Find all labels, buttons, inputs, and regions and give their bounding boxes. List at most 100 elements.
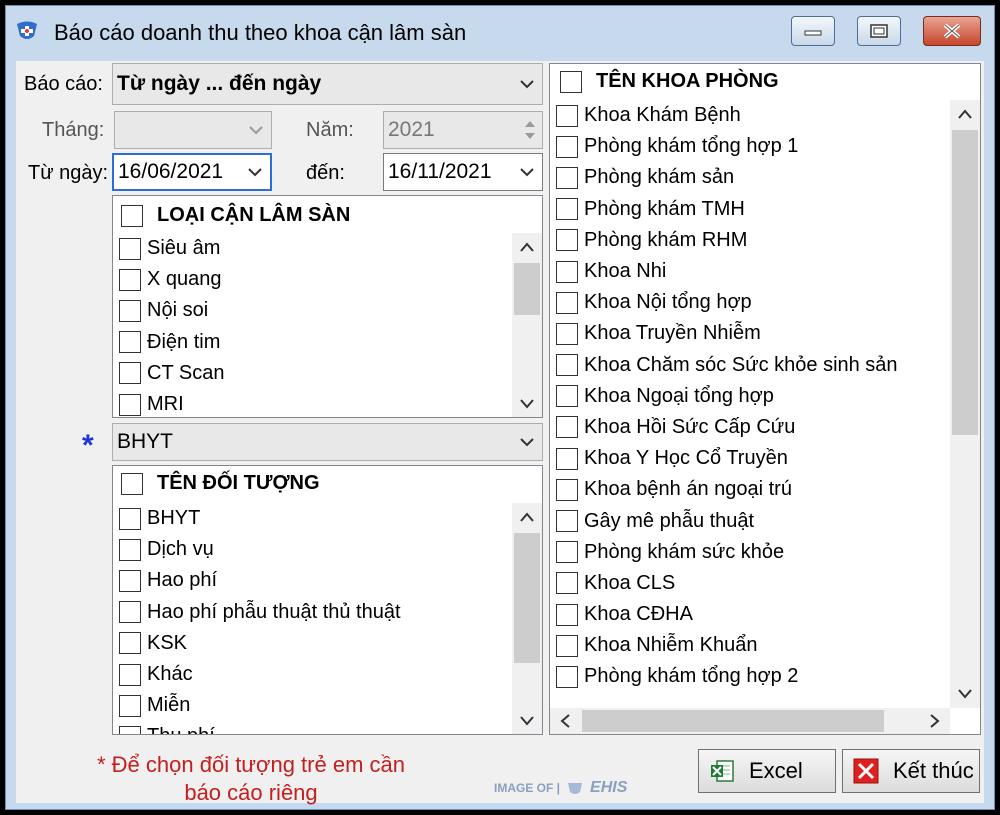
- item-checkbox[interactable]: [556, 104, 578, 127]
- list-item[interactable]: Gây mê phẫu thuật: [556, 505, 898, 536]
- list-item[interactable]: MRI: [119, 389, 224, 417]
- list-item[interactable]: Khoa Truyền Nhiễm: [556, 318, 898, 349]
- list-item[interactable]: Khoa Chăm sóc Sức khỏe sinh sản: [556, 350, 898, 381]
- item-checkbox[interactable]: [119, 663, 141, 686]
- list-item[interactable]: X quang: [119, 264, 224, 295]
- item-checkbox[interactable]: [119, 299, 141, 322]
- vertical-scrollbar[interactable]: [512, 233, 542, 417]
- item-checkbox[interactable]: [556, 603, 578, 626]
- item-checkbox[interactable]: [556, 510, 578, 533]
- scroll-thumb[interactable]: [952, 130, 978, 435]
- close-window-button[interactable]: [923, 16, 981, 46]
- list-item[interactable]: Khoa CĐHA: [556, 599, 898, 630]
- scroll-thumb[interactable]: [514, 533, 540, 663]
- item-checkbox[interactable]: [119, 725, 141, 734]
- item-checkbox[interactable]: [119, 362, 141, 385]
- list-item[interactable]: Hao phí: [119, 565, 401, 596]
- item-checkbox[interactable]: [556, 166, 578, 189]
- scroll-thumb[interactable]: [582, 710, 884, 732]
- scroll-up-icon[interactable]: [950, 100, 980, 128]
- list-item[interactable]: Dịch vụ: [119, 534, 401, 565]
- item-checkbox[interactable]: [556, 478, 578, 501]
- list-item[interactable]: BHYT: [119, 503, 401, 534]
- item-checkbox[interactable]: [119, 569, 141, 592]
- item-checkbox[interactable]: [556, 447, 578, 470]
- excel-button[interactable]: Excel: [698, 749, 836, 793]
- item-checkbox[interactable]: [119, 507, 141, 530]
- list-item[interactable]: Phòng khám tổng hợp 2: [556, 661, 898, 692]
- minimize-button[interactable]: [791, 16, 835, 46]
- list-item[interactable]: Khoa Hồi Sức Cấp Cứu: [556, 412, 898, 443]
- list-item[interactable]: Khoa Nhi: [556, 256, 898, 287]
- item-checkbox[interactable]: [556, 198, 578, 221]
- list-item[interactable]: Phòng khám sản: [556, 162, 898, 193]
- list-item[interactable]: Khoa bệnh án ngoại trú: [556, 474, 898, 505]
- item-checkbox[interactable]: [119, 393, 141, 416]
- item-checkbox[interactable]: [119, 268, 141, 291]
- vertical-scrollbar[interactable]: [512, 503, 542, 734]
- insurance-select[interactable]: BHYT: [112, 423, 543, 461]
- report-type-select[interactable]: Từ ngày ... đến ngày: [112, 63, 543, 105]
- clinical-type-header[interactable]: LOẠI CẬN LÂM SÀN: [121, 204, 350, 227]
- to-date-picker[interactable]: 16/11/2021: [383, 153, 543, 191]
- item-checkbox[interactable]: [119, 694, 141, 717]
- item-checkbox[interactable]: [119, 538, 141, 561]
- item-checkbox[interactable]: [556, 572, 578, 595]
- year-spinner[interactable]: 2021: [383, 111, 543, 149]
- exit-button[interactable]: Kết thúc: [842, 749, 980, 793]
- item-checkbox[interactable]: [556, 665, 578, 688]
- list-item[interactable]: Siêu âm: [119, 233, 224, 264]
- list-item[interactable]: Khoa Nhiễm Khuẩn: [556, 630, 898, 661]
- list-item[interactable]: Khoa Nội tổng hợp: [556, 287, 898, 318]
- list-item[interactable]: Phòng khám TMH: [556, 194, 898, 225]
- department-list[interactable]: TÊN KHOA PHÒNG Khoa Khám Bệnh Phòng khám …: [549, 63, 981, 735]
- item-checkbox[interactable]: [556, 354, 578, 377]
- item-checkbox[interactable]: [556, 634, 578, 657]
- list-item[interactable]: Điện tim: [119, 327, 224, 358]
- item-checkbox[interactable]: [119, 331, 141, 354]
- list-item[interactable]: Thu phí: [119, 721, 401, 734]
- department-header[interactable]: TÊN KHOA PHÒNG: [560, 70, 779, 93]
- item-checkbox[interactable]: [119, 632, 141, 655]
- list-item[interactable]: Phòng khám RHM: [556, 225, 898, 256]
- scroll-up-icon[interactable]: [512, 233, 542, 261]
- list-item[interactable]: Khoa CLS: [556, 568, 898, 599]
- list-item[interactable]: Phòng khám sức khỏe: [556, 537, 898, 568]
- list-item[interactable]: Khác: [119, 659, 401, 690]
- list-item[interactable]: Miễn: [119, 690, 401, 721]
- scroll-down-icon[interactable]: [512, 390, 542, 417]
- list-item[interactable]: Khoa Y Học Cổ Truyền: [556, 443, 898, 474]
- scroll-thumb[interactable]: [514, 263, 540, 315]
- list-item[interactable]: Phòng khám tổng hợp 1: [556, 131, 898, 162]
- from-date-picker[interactable]: 16/06/2021: [112, 153, 272, 191]
- scroll-down-icon[interactable]: [512, 707, 542, 734]
- item-checkbox[interactable]: [556, 385, 578, 408]
- item-checkbox[interactable]: [556, 416, 578, 439]
- month-select[interactable]: [114, 111, 272, 149]
- item-checkbox[interactable]: [556, 322, 578, 345]
- item-checkbox[interactable]: [119, 237, 141, 260]
- item-checkbox[interactable]: [556, 541, 578, 564]
- maximize-button[interactable]: [857, 16, 901, 46]
- clinical-type-list[interactable]: LOẠI CẬN LÂM SÀN Siêu âm X quang Nội soi Đi…: [112, 195, 543, 418]
- subject-header[interactable]: TÊN ĐỐI TƯỢNG: [121, 472, 320, 495]
- list-item[interactable]: KSK: [119, 628, 401, 659]
- item-checkbox[interactable]: [556, 229, 578, 252]
- select-all-checkbox[interactable]: [121, 472, 143, 495]
- list-item[interactable]: Hao phí phẫu thuật thủ thuật: [119, 597, 401, 628]
- select-all-checkbox[interactable]: [121, 204, 143, 227]
- list-item[interactable]: Khoa Ngoại tổng hợp: [556, 381, 898, 412]
- item-checkbox[interactable]: [556, 135, 578, 158]
- item-checkbox[interactable]: [556, 291, 578, 314]
- list-item[interactable]: Nội soi: [119, 295, 224, 326]
- scroll-down-icon[interactable]: [950, 680, 980, 708]
- scroll-right-icon[interactable]: [920, 708, 950, 734]
- vertical-scrollbar[interactable]: [950, 100, 980, 708]
- list-item[interactable]: Khoa Khám Bệnh: [556, 100, 898, 131]
- item-checkbox[interactable]: [119, 601, 141, 624]
- item-checkbox[interactable]: [556, 260, 578, 283]
- scroll-left-icon[interactable]: [550, 708, 580, 734]
- subject-list[interactable]: TÊN ĐỐI TƯỢNG BHYT Dịch vụ Hao phí Hao phí …: [112, 465, 543, 735]
- list-item[interactable]: CT Scan: [119, 358, 224, 389]
- horizontal-scrollbar[interactable]: [550, 708, 950, 734]
